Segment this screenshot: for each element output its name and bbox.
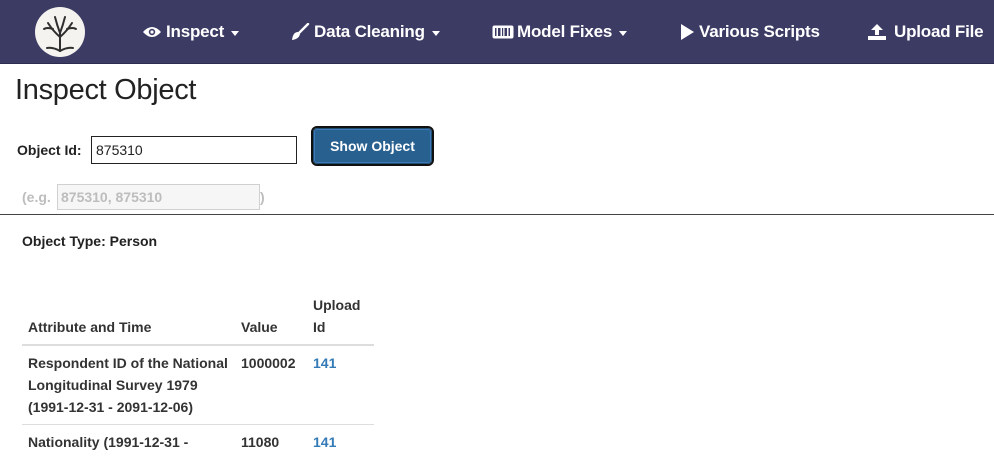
- nav-inspect[interactable]: Inspect: [141, 20, 240, 44]
- nav-model-fixes-label: Model Fixes: [517, 22, 613, 41]
- chevron-down-icon: [231, 30, 240, 36]
- cell-attribute: Respondent ID of the National Longitudin…: [28, 355, 228, 415]
- header-value: Value: [241, 319, 278, 335]
- table-header-row: Attribute and Time Value Upload Id: [22, 292, 374, 345]
- cell-value: 1000002: [241, 355, 296, 371]
- example-ids-field: [57, 184, 260, 210]
- tree-logo[interactable]: [35, 7, 85, 57]
- header-attribute-and-time: Attribute and Time: [28, 319, 152, 335]
- cell-upload-id-link[interactable]: 141: [307, 424, 374, 459]
- cell-attribute: Nationality (1991-12-31 -: [22, 424, 235, 459]
- section-divider: [0, 214, 994, 215]
- barcode-icon: [492, 23, 514, 41]
- object-id-label: Object Id:: [17, 142, 82, 158]
- eye-icon: [141, 23, 163, 41]
- play-icon: [678, 23, 696, 41]
- object-id-input[interactable]: [91, 136, 297, 164]
- chevron-down-icon: [619, 30, 628, 36]
- header-upload-id: Upload Id: [313, 297, 361, 335]
- nav-various-scripts-label: Various Scripts: [699, 22, 820, 41]
- cell-upload-id-link[interactable]: 141: [307, 345, 374, 425]
- attributes-table: Attribute and Time Value Upload Id Respo…: [22, 292, 374, 459]
- object-type-label: Object Type: Person: [22, 233, 158, 249]
- nav-upload-file-label: Upload File: [894, 22, 984, 41]
- chevron-down-icon: [431, 30, 440, 36]
- brush-icon: [289, 23, 311, 41]
- nav-model-fixes[interactable]: Model Fixes: [492, 20, 628, 44]
- nav-inspect-label: Inspect: [166, 22, 225, 41]
- table-row: Nationality (1991-12-31 - 11080 141: [22, 424, 374, 459]
- nav-various-scripts[interactable]: Various Scripts: [678, 20, 820, 44]
- example-suffix: ): [260, 189, 265, 205]
- nav-upload-file[interactable]: Upload File: [866, 20, 984, 44]
- nav-data-cleaning-label: Data Cleaning: [314, 22, 425, 41]
- top-navbar: Inspect Data Cleaning Model Fixes Variou…: [0, 0, 994, 64]
- nav-data-cleaning[interactable]: Data Cleaning: [289, 20, 440, 44]
- page-title: Inspect Object: [15, 74, 197, 106]
- show-object-button[interactable]: Show Object: [311, 126, 434, 166]
- table-row: Respondent ID of the National Longitudin…: [22, 345, 374, 425]
- upload-icon: [866, 23, 888, 41]
- example-prefix: (e.g.: [22, 189, 51, 205]
- cell-value: 11080: [235, 424, 307, 459]
